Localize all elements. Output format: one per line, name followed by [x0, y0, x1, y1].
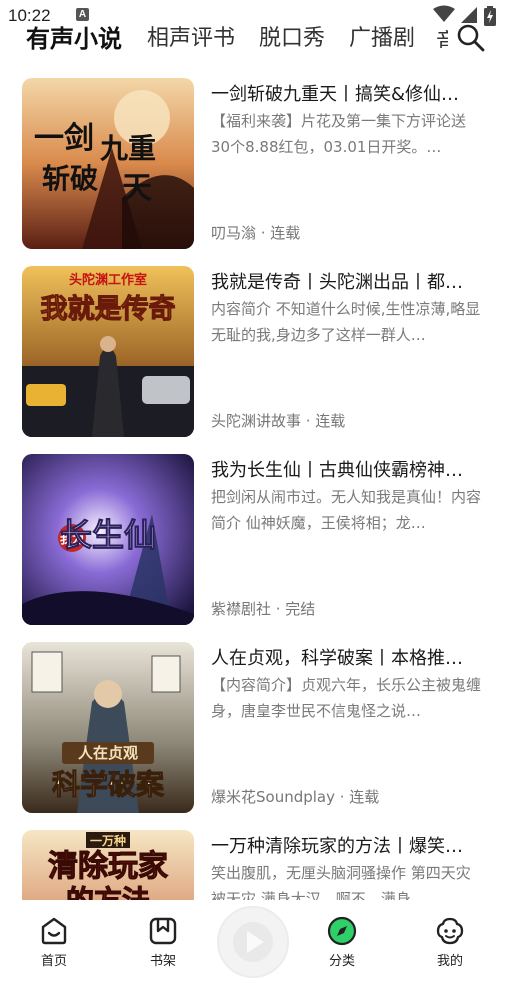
- nav-bookshelf-label: 书架: [149, 954, 176, 969]
- cover-title-2: 斩破: [42, 162, 98, 195]
- tab-audio-novel[interactable]: 有声小说: [26, 19, 122, 54]
- home-icon: [41, 917, 67, 945]
- book-title: 一剑斩破九重天丨搞笑&修仙…: [211, 84, 460, 105]
- nav-category[interactable]: 分类: [307, 900, 377, 970]
- cover-title-4: 天: [122, 171, 152, 206]
- book-cover[interactable]: 一剑 斩破 九重 天: [22, 78, 194, 249]
- nav-bookshelf[interactable]: 书架: [128, 900, 198, 970]
- category-tabs: 有声小说 相声评书 脱口秀 广播剧 音: [0, 14, 506, 56]
- nav-category-label: 分类: [328, 954, 355, 969]
- cover-art: 一万种 清除玩家 的方法: [22, 830, 194, 900]
- cover-art: 人在贞观 科学破案: [22, 642, 194, 813]
- bottom-nav: 首页 书架 分类 我的: [0, 900, 506, 983]
- now-playing-button[interactable]: [217, 906, 289, 978]
- search-icon[interactable]: [455, 22, 487, 54]
- book-cover[interactable]: 我为 长生仙: [22, 454, 194, 625]
- cover-title-1: 一剑: [34, 121, 94, 156]
- cover-studio: 头陀渊工作室: [69, 272, 147, 288]
- nav-profile-label: 我的: [436, 954, 463, 969]
- book-list: 一剑 斩破 九重 天 一剑斩破九重天丨搞笑&修仙… 【福利来袭】片花及第一集下方…: [0, 74, 506, 900]
- list-item[interactable]: 头陀渊工作室 我就是传奇 我就是传奇丨头陀渊出品丨都… 内容简介 不知道什么时候…: [0, 264, 506, 437]
- profile-icon: [436, 917, 464, 945]
- cover-art: 一剑 斩破 九重 天: [22, 78, 194, 249]
- book-meta: 爆米花Soundplay · 连载: [211, 788, 380, 806]
- book-title: 人在贞观，科学破案丨本格推…: [211, 648, 463, 669]
- list-item[interactable]: 一万种 清除玩家 的方法 一万种清除玩家的方法丨爆笑… 笑出腹肌，无厘头脑洞骚操…: [0, 828, 506, 900]
- book-description: 把剑闲从闹市过。无人知我是真仙！内容简介 仙神妖魔，王侯将相；龙…: [211, 488, 482, 532]
- book-description: 笑出腹肌，无厘头脑洞骚操作 第四天灾被天灾 满身大汉，啊不，满身…: [211, 864, 471, 900]
- play-icon: [247, 931, 264, 953]
- bookshelf-icon: [149, 917, 177, 945]
- cover-title: 我就是传奇: [41, 294, 176, 325]
- cover-title-3: 九重: [100, 132, 156, 165]
- list-item[interactable]: 人在贞观 科学破案 人在贞观，科学破案丨本格推… 【内容简介】贞观六年，长乐公主…: [0, 640, 506, 813]
- book-description: 【内容简介】贞观六年，长乐公主被鬼缠身，唐皇李世民不信鬼怪之说…: [211, 676, 482, 720]
- tab-radio-drama[interactable]: 广播剧: [349, 20, 415, 52]
- cover-title-1: 人在贞观: [78, 744, 138, 762]
- tab-crosstalk[interactable]: 相声评书: [147, 20, 235, 52]
- cover-title-2: 长生仙: [60, 516, 156, 554]
- cover-title-2: 清除玩家: [48, 849, 168, 884]
- book-description: 【福利来袭】片花及第一集下方评论送30个8.88红包，03.01日开奖。…: [211, 112, 467, 156]
- tab-talk-show[interactable]: 脱口秀: [259, 20, 325, 52]
- book-title: 我为长生仙丨古典仙侠霸榜神…: [211, 460, 463, 481]
- book-meta: 叨马滃 · 连载: [211, 224, 301, 242]
- book-title: 我就是传奇丨头陀渊出品丨都…: [211, 272, 463, 293]
- book-cover[interactable]: 头陀渊工作室 我就是传奇: [22, 266, 194, 437]
- tab-more-partial[interactable]: 音: [436, 24, 448, 48]
- compass-icon: [327, 916, 357, 946]
- list-item[interactable]: 我为 长生仙 我为长生仙丨古典仙侠霸榜神… 把剑闲从闹市过。无人知我是真仙！内容…: [0, 452, 506, 625]
- book-cover[interactable]: 一万种 清除玩家 的方法: [22, 830, 194, 900]
- cover-title-1: 一万种: [90, 833, 126, 848]
- nav-home[interactable]: 首页: [19, 900, 89, 970]
- cover-art: 我为 长生仙: [22, 454, 194, 625]
- book-meta: 紫襟剧社 · 完结: [211, 600, 316, 618]
- book-cover[interactable]: 人在贞观 科学破案: [22, 642, 194, 813]
- cover-art: 头陀渊工作室 我就是传奇: [22, 266, 194, 437]
- nav-profile[interactable]: 我的: [415, 900, 485, 970]
- book-meta: 头陀渊讲故事 · 连载: [211, 412, 346, 430]
- cover-title-3: 的方法: [66, 884, 150, 900]
- book-title: 一万种清除玩家的方法丨爆笑…: [211, 836, 463, 857]
- book-description: 内容简介 不知道什么时候,生性凉薄,略显无耻的我,身边多了这样一群人…: [211, 300, 481, 344]
- list-item[interactable]: 一剑 斩破 九重 天 一剑斩破九重天丨搞笑&修仙… 【福利来袭】片花及第一集下方…: [0, 76, 506, 249]
- nav-home-label: 首页: [40, 954, 67, 969]
- cover-title-2: 科学破案: [52, 768, 165, 801]
